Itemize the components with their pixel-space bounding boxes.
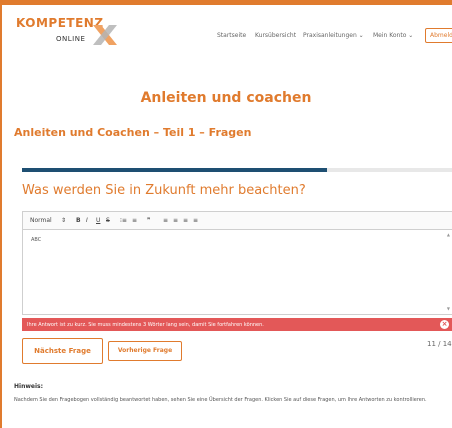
- bold-button[interactable]: B: [76, 217, 81, 224]
- quiz-progress-bar: [22, 168, 452, 172]
- bullet-list-icon[interactable]: ≡: [132, 217, 137, 224]
- align-justify-icon[interactable]: ≡: [193, 217, 198, 224]
- format-select-arrow-icon[interactable]: ⇕: [61, 217, 66, 224]
- answer-editor[interactable]: Normal ⇕ B I U S ⁝≡ ≡ ❞ ≡ ≡ ≡ ≡ ABC ▲ ▼: [22, 211, 452, 315]
- close-icon[interactable]: ×: [440, 320, 449, 329]
- nav-item-startseite[interactable]: Startseite: [217, 32, 246, 39]
- align-right-icon[interactable]: ≡: [183, 217, 188, 224]
- underline-button[interactable]: U: [96, 217, 100, 224]
- strike-button[interactable]: S: [106, 217, 110, 224]
- hint-text: Nachdem Sie den Fragebogen vollständig b…: [14, 397, 427, 403]
- section-title: Anleiten und Coachen – Teil 1 – Fragen: [14, 126, 252, 139]
- answer-text[interactable]: ABC: [31, 237, 41, 243]
- format-select[interactable]: Normal: [30, 217, 52, 224]
- align-left-icon[interactable]: ≡: [163, 217, 168, 224]
- nav-item-mein-konto[interactable]: Mein Konto ⌄: [373, 32, 413, 39]
- left-accent-bar: [0, 5, 2, 428]
- italic-button[interactable]: I: [86, 217, 88, 224]
- align-center-icon[interactable]: ≡: [173, 217, 178, 224]
- next-question-button[interactable]: Nächste Frage: [22, 338, 103, 364]
- logo-text-bottom: ONLINE: [56, 35, 86, 43]
- scroll-down-icon[interactable]: ▼: [447, 306, 450, 311]
- nav-item-kursuebersicht[interactable]: Kursübersicht: [255, 32, 296, 39]
- x-mark-logo-icon: [93, 25, 117, 45]
- logout-button[interactable]: Abmelden: [425, 28, 452, 43]
- quote-icon[interactable]: ❞: [147, 217, 150, 224]
- error-message: Ihre Antwort ist zu kurz. Sie muss minde…: [22, 318, 452, 331]
- page-title: Anleiten und coachen: [140, 90, 312, 106]
- hint-label: Hinweis:: [14, 383, 43, 390]
- question-text: Was werden Sie in Zukunft mehr beachten?: [22, 183, 306, 198]
- scroll-up-icon[interactable]: ▲: [447, 232, 450, 237]
- previous-question-button[interactable]: Vorherige Frage: [108, 341, 182, 361]
- question-counter: 11 / 14: [427, 340, 452, 348]
- nav-item-praxisanleitungen[interactable]: Praxisanleitungen ⌄: [303, 32, 364, 39]
- site-logo[interactable]: KOMPETENZ ONLINE: [14, 16, 124, 50]
- top-accent-bar: [0, 0, 452, 5]
- editor-toolbar: Normal ⇕ B I U S ⁝≡ ≡ ❞ ≡ ≡ ≡ ≡: [23, 212, 452, 230]
- quiz-progress-fill: [22, 168, 328, 172]
- ordered-list-icon[interactable]: ⁝≡: [120, 217, 127, 224]
